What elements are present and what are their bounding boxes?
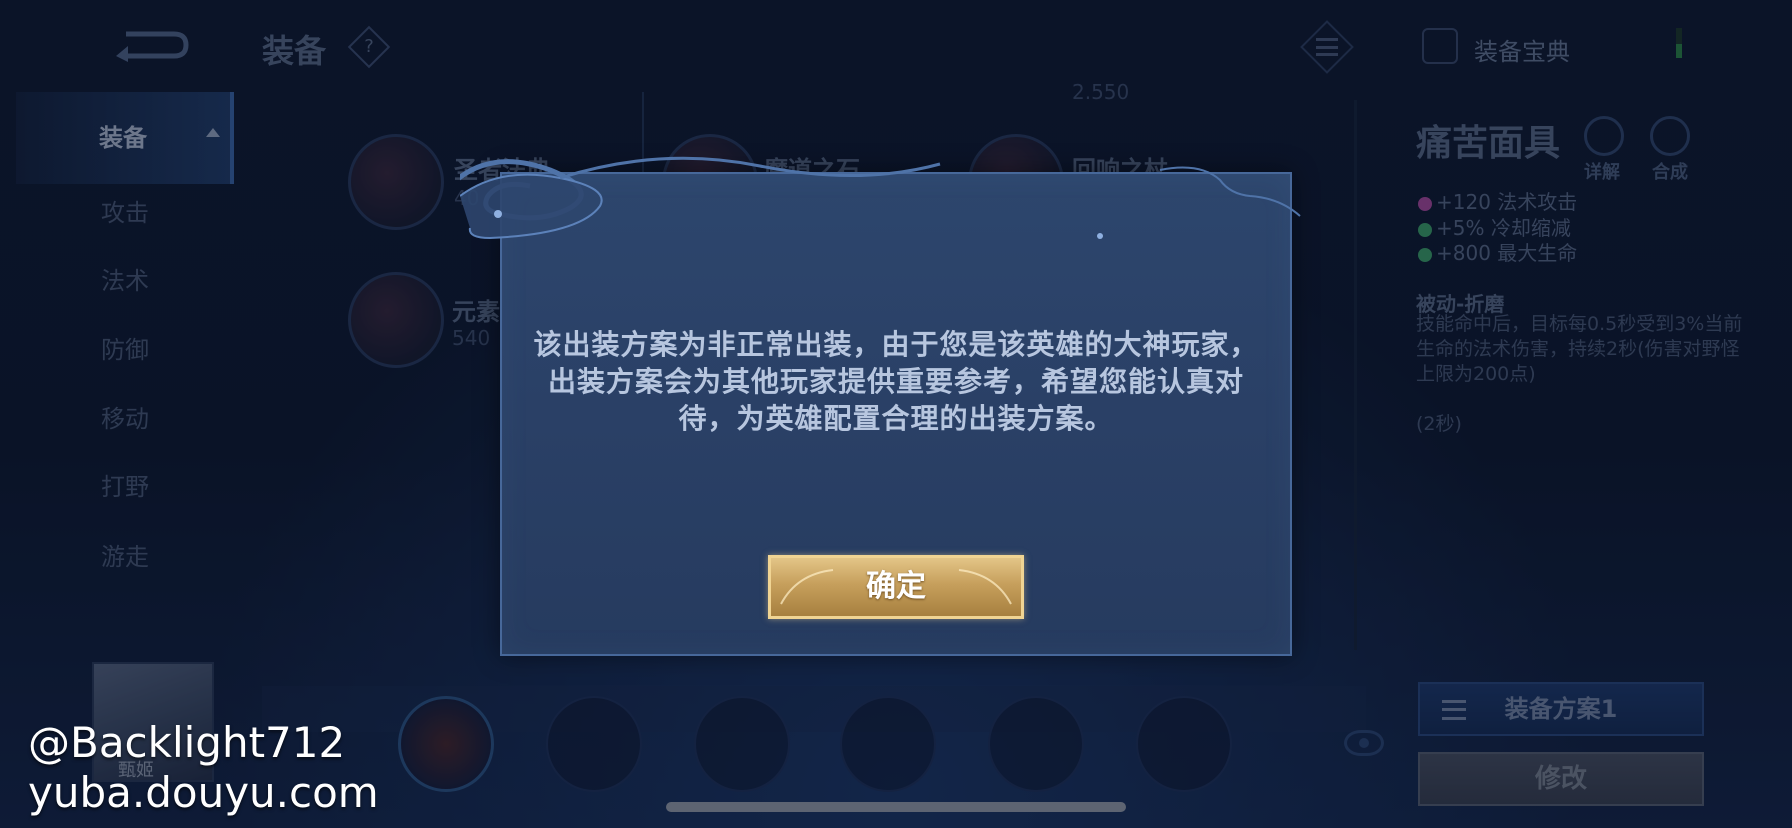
dialog-ribbon-ornament	[460, 156, 1301, 240]
watermark-site: yuba.douyu.com	[28, 768, 379, 817]
button-swirl-decoration	[958, 569, 1012, 605]
button-swirl-decoration	[780, 569, 834, 605]
home-indicator[interactable]	[666, 802, 1126, 812]
confirm-button[interactable]: 确定	[768, 555, 1024, 619]
dialog-message: 该出装方案为非正常出装，由于您是该英雄的大神玩家，出装方案会为其他玩家提供重要参…	[533, 328, 1259, 435]
confirm-label: 确定	[866, 569, 926, 604]
game-screen: 装备 ? 装备 攻击 法术 防御 移动 打野 游走 圣者法典 40 元素 540…	[0, 0, 1792, 828]
watermark-handle: @Backlight712	[28, 718, 346, 767]
